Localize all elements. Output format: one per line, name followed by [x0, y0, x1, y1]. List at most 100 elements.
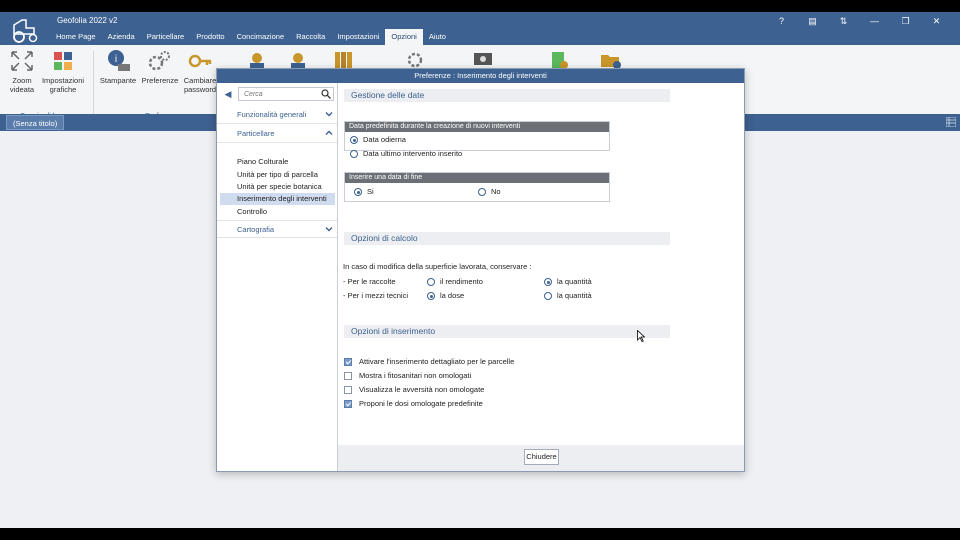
impostazioni-label: Impostazioni grafiche: [41, 76, 85, 94]
monitor-icon: [474, 53, 492, 65]
radio-label: la quantità: [557, 277, 592, 286]
checkbox-label: Mostra i fitosanitari non omologati: [359, 371, 472, 380]
chevron-up-icon: [325, 130, 333, 135]
books-icon: [335, 52, 352, 68]
nav-section-funzionalita[interactable]: Funzionalità generali: [217, 106, 337, 124]
checkbox-label: Visualizza le avversità non omologate: [359, 385, 485, 394]
preferenze-button[interactable]: Preferenze: [140, 49, 180, 85]
radio-label: Si: [367, 187, 374, 196]
radio-button[interactable]: [427, 278, 435, 286]
radio-label: No: [491, 187, 501, 196]
menu-azienda[interactable]: Azienda: [102, 29, 141, 45]
checkbox[interactable]: [344, 386, 352, 394]
user-support-icon: [291, 53, 305, 70]
minimize-button[interactable]: —: [859, 14, 890, 28]
menu-home-page[interactable]: Home Page: [50, 29, 102, 45]
zoom-fullscreen-icon: [11, 51, 33, 71]
preferenze-label: Preferenze: [141, 76, 179, 85]
preferences-nav: ◀ Funzionalità generali Particellare Pia…: [217, 83, 338, 471]
checkbox[interactable]: [344, 400, 352, 408]
search-icon[interactable]: [321, 89, 331, 99]
radio-button[interactable]: [427, 292, 435, 300]
user-support-icon: [250, 53, 264, 70]
close-window-button[interactable]: ✕: [921, 14, 952, 28]
document-tab[interactable]: (Senza titolo): [6, 115, 65, 130]
color-palette-icon: [54, 52, 72, 70]
radio-button[interactable]: [478, 188, 486, 196]
radio-label: il rendimento: [440, 277, 483, 286]
nav-item-piano-colturale[interactable]: Piano Colturale: [220, 156, 335, 168]
nav-section-cartografia[interactable]: Cartografia: [217, 220, 337, 238]
restore-button[interactable]: ❐: [890, 14, 921, 28]
stampante-label: Stampante: [99, 76, 137, 85]
svg-text:i: i: [115, 54, 117, 65]
row-raccolte-label: - Per le raccolte: [343, 277, 396, 286]
mouse-cursor-icon: [637, 330, 645, 342]
main-menu: Home Page Azienda Particellare Prodotto …: [50, 29, 452, 45]
menu-particellare[interactable]: Particellare: [141, 29, 191, 45]
nav-section-particellare[interactable]: Particellare: [217, 125, 337, 143]
box-data-fine: Inserire una data di fine Si No: [344, 172, 610, 202]
radio-label: Data odierna: [363, 135, 406, 144]
chevron-down-icon: [325, 112, 333, 117]
checkbox-label: Attivare l'inserimento dettagliato per l…: [359, 357, 515, 366]
menu-opzioni[interactable]: Opzioni: [385, 29, 423, 45]
menu-concimazione[interactable]: Concimazione: [231, 29, 291, 45]
nav-item-unita-specie-botanica[interactable]: Unità per specie botanica: [220, 181, 335, 193]
section-opzioni-inserimento: Opzioni di inserimento: [344, 325, 670, 338]
nav-item-controllo[interactable]: Controllo: [220, 206, 335, 218]
box-title: Data predefinita durante la creazione di…: [345, 122, 609, 132]
dialog-title: Preferenze : Inserimento degli intervent…: [217, 69, 744, 83]
app-screen: Geofolia 2022 v2 Home Page Azienda Parti…: [0, 12, 960, 528]
radio-label: Data ultimo intervento inserito: [363, 149, 463, 158]
checkbox[interactable]: [344, 372, 352, 380]
menu-prodotto[interactable]: Prodotto: [190, 29, 230, 45]
database-icon[interactable]: ▤: [797, 14, 828, 28]
menu-raccolta[interactable]: Raccolta: [290, 29, 331, 45]
collapse-ribbon-icon[interactable]: ⇅: [828, 14, 859, 28]
preferences-dialog: Preferenze : Inserimento degli intervent…: [216, 68, 745, 472]
cambiare-label: Cambiare password: [183, 76, 217, 94]
stampante-button[interactable]: i Stampante: [99, 49, 137, 85]
radio-label: la quantità: [557, 291, 592, 300]
radio-button[interactable]: [544, 292, 552, 300]
key-icon: [188, 54, 212, 68]
search-box: [238, 87, 334, 101]
impostazioni-grafiche-button[interactable]: Impostazioni grafiche: [40, 49, 86, 94]
radio-button[interactable]: [544, 278, 552, 286]
radio-label: la dose: [440, 291, 465, 300]
search-input[interactable]: [239, 88, 321, 100]
app-title: Geofolia 2022 v2: [57, 16, 118, 25]
help-icon[interactable]: ?: [766, 14, 797, 28]
zoom-label: Zoom videata: [9, 76, 35, 94]
section-gestione-date: Gestione delle date: [344, 89, 670, 102]
cambiare-password-button[interactable]: Cambiare password: [182, 49, 218, 94]
nav-item-inserimento-interventi[interactable]: Inserimento degli interventi: [220, 193, 335, 205]
radio-button[interactable]: [354, 188, 362, 196]
chiudere-button[interactable]: Chiudere: [524, 449, 559, 465]
window-controls: ? ▤ ⇅ — ❐ ✕: [766, 14, 952, 28]
nav-item-unita-tipo-parcella[interactable]: Unità per tipo di parcella: [220, 169, 335, 181]
zoom-videata-button[interactable]: Zoom videata: [6, 49, 38, 94]
box-title: Inserire una data di fine: [345, 173, 609, 183]
tractor-logo-icon: [13, 19, 38, 43]
radio-button[interactable]: [350, 150, 358, 158]
radio-button[interactable]: [350, 136, 358, 144]
grid-menu-icon[interactable]: [946, 117, 956, 127]
document-export-icon: [552, 52, 568, 69]
menu-aiuto[interactable]: Aiuto: [423, 29, 452, 45]
nav-section-label: Funzionalità generali: [237, 110, 307, 119]
back-arrow-icon[interactable]: ◀: [221, 87, 235, 101]
section-opzioni-calcolo: Opzioni di calcolo: [344, 232, 670, 245]
calcolo-intro: In caso di modifica della superficie lav…: [343, 262, 532, 271]
printer-info-icon: i: [108, 50, 130, 71]
folder-check-icon: [601, 55, 621, 69]
nav-section-label: Particellare: [237, 129, 275, 138]
row-mezzi-label: - Per i mezzi tecnici: [343, 291, 409, 300]
ribbon-separator: [93, 51, 94, 115]
nav-section-label: Cartografia: [237, 225, 275, 234]
gears-icon: [148, 51, 170, 71]
box-data-predefinita: Data predefinita durante la creazione di…: [344, 121, 610, 158]
checkbox[interactable]: [344, 358, 352, 366]
menu-impostazioni[interactable]: Impostazioni: [331, 29, 385, 45]
